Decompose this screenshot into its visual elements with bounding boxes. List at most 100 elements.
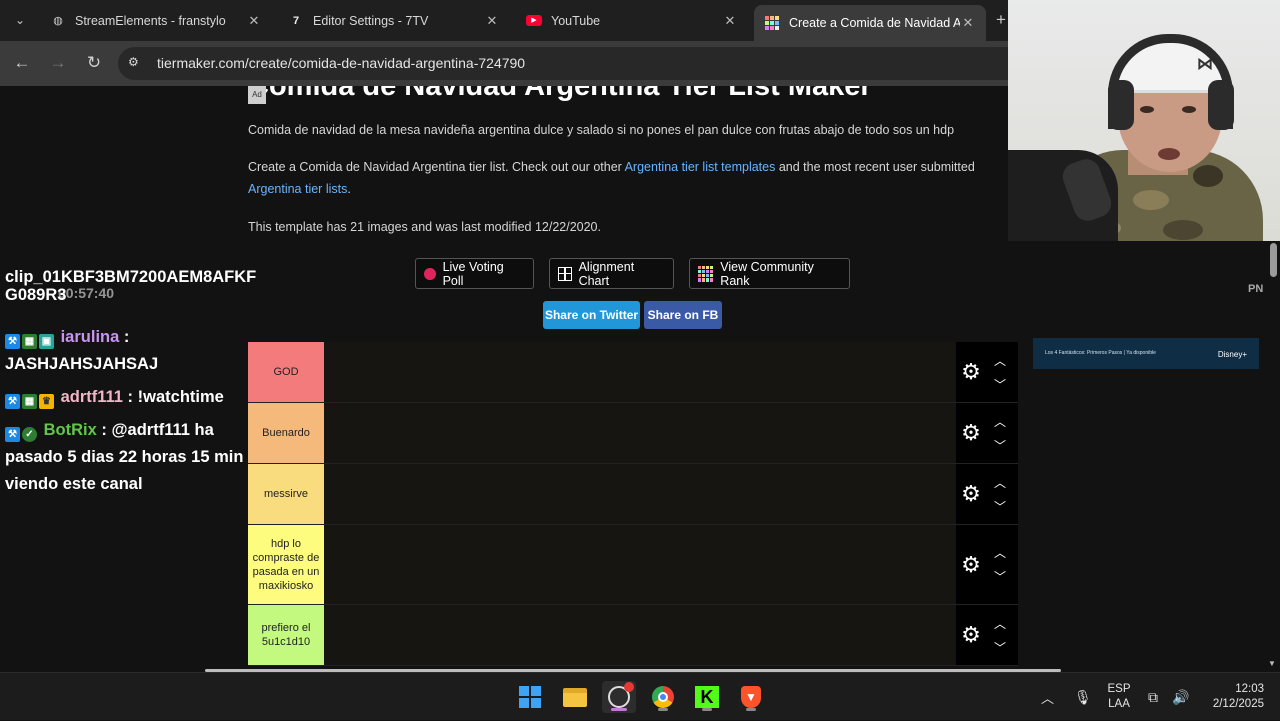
address-bar[interactable]: ⚙ tiermaker.com/create/comida-de-navidad…	[118, 47, 1008, 80]
tab-search-button[interactable]: ⌄	[8, 8, 32, 32]
share-fb-button[interactable]: Share on FB	[644, 301, 722, 329]
ad-text: Los 4 Fantásticos: Primeros Pasos | Ya d…	[1045, 350, 1156, 356]
chrome-icon	[652, 686, 674, 708]
ad-choices-icon[interactable]: Ad	[248, 86, 266, 104]
show-hidden-icons[interactable]: ︿	[1041, 673, 1054, 721]
tier-drop-zone[interactable]	[324, 403, 956, 463]
chevron-down-icon[interactable]: ﹀	[992, 437, 1008, 453]
scroll-down-arrow[interactable]: ▼	[1268, 659, 1276, 668]
chevron-down-icon[interactable]: ﹀	[992, 568, 1008, 584]
chevron-down-icon[interactable]: ﹀	[992, 376, 1008, 392]
chevron-up-icon[interactable]: ︿	[992, 474, 1008, 490]
chevron-up-icon[interactable]: ︿	[992, 615, 1008, 631]
chat-text: !watchtime	[137, 388, 224, 406]
chevron-down-icon[interactable]: ﹀	[992, 639, 1008, 655]
chat-timestamp: 00:57:40	[58, 285, 115, 301]
disney-plus-ad[interactable]: Los 4 Fantásticos: Primeros Pasos | Ya d…	[1033, 338, 1259, 369]
close-icon[interactable]: ✕	[960, 15, 976, 31]
minecraft-badge-icon: ▦	[22, 394, 37, 409]
chevron-down-icon[interactable]: ﹀	[992, 498, 1008, 514]
chat-separator: :	[119, 328, 130, 346]
chat-username: adrtf111	[60, 388, 123, 406]
chevron-up-icon[interactable]: ︿	[992, 413, 1008, 429]
gear-icon[interactable]: ⚙	[960, 483, 982, 505]
chat-message: ⚒ ▦ ▣ iarulina : JASHJAHSJAHSAJ	[0, 324, 260, 378]
clock-time: 12:03	[1235, 683, 1264, 695]
vertical-scrollbar[interactable]	[1266, 241, 1280, 672]
url-text: tiermaker.com/create/comida-de-navidad-a…	[157, 55, 526, 71]
gear-icon[interactable]: ⚙	[960, 553, 982, 576]
scrollbar-thumb[interactable]	[1270, 243, 1277, 277]
tier-drop-zone[interactable]	[324, 605, 956, 665]
grid-icon	[558, 266, 572, 281]
tiermaker-icon	[698, 265, 714, 282]
gear-icon[interactable]: ⚙	[960, 422, 982, 444]
button-label: View Community Rank	[720, 259, 814, 288]
argentina-templates-link[interactable]: Argentina tier list templates	[625, 160, 776, 174]
back-icon[interactable]: ←	[11, 52, 33, 74]
tier-label[interactable]: hdp lo compraste de pasada en un maxikio…	[248, 525, 324, 604]
network-icon[interactable]: ⧉	[1148, 673, 1158, 721]
reload-icon[interactable]: ↻	[83, 52, 105, 74]
minecraft-badge-icon: ▦	[22, 334, 37, 349]
tab-tiermaker[interactable]: Create a Comida de Navidad Ar ✕	[754, 5, 986, 41]
moderator-badge-icon: ⚒	[5, 394, 20, 409]
clock[interactable]: 12:03 2/12/2025	[1204, 673, 1264, 721]
tier-row: GOD ⚙ ︿ ﹀	[248, 342, 1018, 403]
tab-title: Editor Settings - 7TV	[313, 13, 429, 28]
taskbar-obs[interactable]	[602, 681, 636, 713]
create-text: Create a Comida de Navidad Argentina tie…	[248, 160, 625, 174]
tier-row: Buenardo ⚙ ︿ ﹀	[248, 403, 1018, 464]
chevron-up-icon[interactable]: ︿	[992, 352, 1008, 368]
chevron-up-icon[interactable]: ︿	[992, 544, 1008, 560]
tab-streamelements[interactable]: ◍ StreamElements - franstylo ✕	[40, 6, 272, 35]
create-text: .	[347, 182, 351, 196]
moderator-badge-icon: ⚒	[5, 427, 20, 442]
tab-title: StreamElements - franstylo	[75, 13, 226, 28]
taskbar-kick[interactable]: K	[690, 681, 724, 713]
tier-drop-zone[interactable]	[324, 342, 956, 402]
folder-icon	[563, 687, 587, 707]
close-icon[interactable]: ✕	[246, 13, 262, 29]
taskbar-file-explorer[interactable]	[558, 681, 592, 713]
headset-earcup	[1108, 80, 1134, 130]
taskbar-chrome[interactable]	[646, 681, 680, 713]
close-icon[interactable]: ✕	[722, 13, 738, 29]
browser-toolbar: ← → ↻ ⚙ tiermaker.com/create/comida-de-n…	[0, 41, 1008, 86]
share-twitter-button[interactable]: Share on Twitter	[543, 301, 640, 329]
alignment-chart-button[interactable]: Alignment Chart	[549, 258, 674, 289]
windows-taskbar: K ▼ ︿ 🎙 ESP LAA ⧉ 🔊 12:03 2/12/2025	[0, 672, 1280, 720]
close-icon[interactable]: ✕	[484, 13, 500, 29]
tab-7tv[interactable]: 7 Editor Settings - 7TV ✕	[278, 6, 510, 35]
tier-drop-zone[interactable]	[324, 525, 956, 604]
microphone-tray-icon[interactable]: 🎙	[1074, 673, 1092, 721]
taskbar-brave[interactable]: ▼	[734, 681, 768, 713]
argentina-tier-lists-link[interactable]: Argentina tier lists	[248, 182, 347, 196]
create-paragraph: Create a Comida de Navidad Argentina tie…	[248, 156, 1008, 200]
volume-icon[interactable]: 🔊	[1172, 673, 1189, 721]
new-tab-button[interactable]: +	[996, 10, 1006, 30]
tab-youtube[interactable]: ▶ YouTube ✕	[516, 6, 748, 35]
create-text: and the most recent user submitted	[775, 160, 975, 174]
start-button[interactable]	[513, 681, 547, 713]
forward-icon[interactable]: →	[47, 52, 69, 74]
community-rank-button[interactable]: View Community Rank	[689, 258, 850, 289]
gear-icon[interactable]: ⚙	[960, 624, 982, 646]
running-indicator	[658, 708, 668, 711]
webcam-person-mouth	[1158, 148, 1180, 160]
webcam-overlay: ⋈	[1008, 0, 1280, 241]
record-icon	[424, 267, 436, 280]
tier-label[interactable]: prefiero el 5u1c1d10	[248, 605, 324, 665]
button-label: Live Voting Poll	[442, 259, 504, 288]
7tv-icon: 7	[292, 14, 300, 27]
site-settings-icon[interactable]: ⚙	[128, 55, 144, 71]
tier-drop-zone[interactable]	[324, 464, 956, 524]
live-voting-poll-button[interactable]: Live Voting Poll	[415, 258, 534, 289]
disney-plus-logo: Disney+	[1217, 350, 1247, 359]
tier-controls: ⚙ ︿ ﹀	[956, 403, 1018, 463]
gear-icon[interactable]: ⚙	[960, 361, 982, 383]
chat-partial-message: clip_01KBF3BM7200AEM8AFKF G089R3 00:57:4…	[0, 268, 260, 310]
crown-badge-icon: ♛	[39, 394, 54, 409]
language-switcher[interactable]: ESP LAA	[1104, 673, 1134, 721]
running-indicator	[746, 708, 756, 711]
